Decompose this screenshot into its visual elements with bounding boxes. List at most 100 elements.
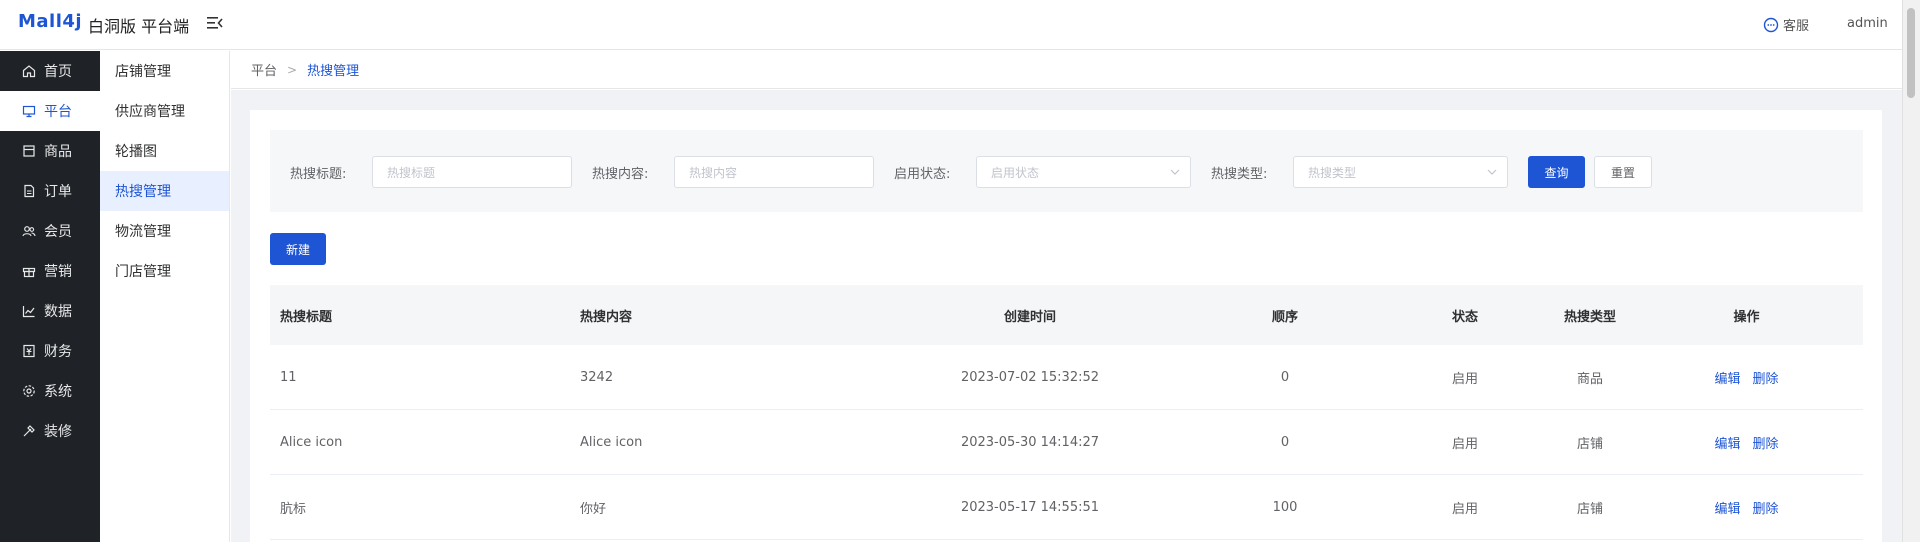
delete-link[interactable]: 删除 <box>1753 437 1779 452</box>
top-header: Mall4j 白洞版 平台端 客服 admin <box>0 0 1902 50</box>
sidebar-item-platform[interactable]: 平台 <box>0 91 100 131</box>
monitor-icon <box>22 105 36 118</box>
cell-actions: 编辑 删除 <box>1630 433 1863 452</box>
home-icon <box>22 65 36 78</box>
content-label: 热搜内容: <box>592 167 649 182</box>
table-row: Alice icon Alice icon 2023-05-30 14:14:2… <box>270 410 1863 475</box>
sidebar-item-label: 会员 <box>44 224 72 240</box>
table-header: 热搜标题 热搜内容 创建时间 顺序 状态 热搜类型 操作 <box>270 285 1863 345</box>
cell-title: 肮标 <box>280 501 307 517</box>
page-scrollbar[interactable] <box>1902 0 1920 542</box>
column-header: 热搜类型 <box>1563 309 1616 325</box>
settings-icon <box>23 385 35 397</box>
cell-status: 启用 <box>1451 371 1478 387</box>
chevron-down-icon <box>1170 169 1180 175</box>
cell-order: 100 <box>1272 499 1298 515</box>
cell-content: 3242 <box>580 369 614 385</box>
new-button[interactable]: 新建 <box>270 233 326 265</box>
reset-button[interactable]: 重置 <box>1594 156 1652 188</box>
column-header: 热搜标题 <box>280 309 333 325</box>
cell-type: 店铺 <box>1576 436 1603 452</box>
gift-icon <box>22 267 36 278</box>
content-input[interactable]: 热搜内容 <box>674 156 874 188</box>
edit-link[interactable]: 编辑 <box>1714 502 1740 517</box>
hot-search-table: 热搜标题 热搜内容 创建时间 顺序 状态 热搜类型 操作 11 3242 202… <box>270 285 1863 540</box>
status-label: 启用状态: <box>894 167 951 182</box>
scrollbar-thumb[interactable] <box>1907 8 1915 98</box>
chevron-down-icon <box>1487 169 1497 175</box>
subnav-item-hot-search[interactable]: 热搜管理 <box>100 171 229 211</box>
table-row: 11 3242 2023-07-02 15:32:52 0 启用 商品 编辑 删除 <box>270 345 1863 410</box>
sidebar-item-members[interactable]: 会员 <box>0 211 100 251</box>
cell-created: 2023-07-02 15:32:52 <box>960 369 1100 385</box>
main-sidebar: 首页 平台 商品 订单 会员 营销 数据 财务 系统 装修 <box>0 51 100 542</box>
cell-order: 0 <box>1280 434 1290 450</box>
edit-link[interactable]: 编辑 <box>1714 437 1740 452</box>
cell-actions: 编辑 删除 <box>1630 368 1863 387</box>
type-label: 热搜类型: <box>1211 167 1268 182</box>
subnav-item-carousel[interactable]: 轮播图 <box>100 131 229 171</box>
query-button[interactable]: 查询 <box>1528 156 1585 188</box>
column-header: 顺序 <box>1271 309 1298 325</box>
sidebar-item-home[interactable]: 首页 <box>0 51 100 91</box>
app-subtitle: 白洞版 平台端 <box>88 17 190 36</box>
breadcrumb-root[interactable]: 平台 <box>251 60 277 79</box>
title-label: 热搜标题: <box>290 167 347 182</box>
sidebar-item-label: 财务 <box>44 344 72 360</box>
sidebar-item-finance[interactable]: 财务 <box>0 331 100 371</box>
sidebar-item-label: 营销 <box>44 264 72 280</box>
delete-link[interactable]: 删除 <box>1753 372 1779 387</box>
breadcrumb-current: 热搜管理 <box>307 64 360 79</box>
subnav-item-store[interactable]: 门店管理 <box>100 251 229 291</box>
box-icon <box>23 145 35 157</box>
sidebar-item-label: 商品 <box>44 144 72 160</box>
sidebar-item-system[interactable]: 系统 <box>0 371 100 411</box>
subnav-item-logistics[interactable]: 物流管理 <box>100 211 229 251</box>
sidebar-item-label: 装修 <box>44 424 72 440</box>
sidebar-item-label: 平台 <box>44 104 72 120</box>
delete-link[interactable]: 删除 <box>1753 502 1779 517</box>
cell-actions: 编辑 删除 <box>1630 498 1863 517</box>
customer-service-button[interactable]: 客服 <box>1763 15 1809 34</box>
sub-sidebar: 店铺管理 供应商管理 轮播图 热搜管理 物流管理 门店管理 <box>100 51 230 542</box>
column-header: 创建时间 <box>1003 309 1056 325</box>
cell-title: Alice icon <box>280 434 343 450</box>
edit-link[interactable]: 编辑 <box>1714 372 1740 387</box>
cell-created: 2023-05-30 14:14:27 <box>960 434 1100 450</box>
column-header: 热搜内容 <box>580 309 633 325</box>
customer-service-label: 客服 <box>1783 19 1810 34</box>
chat-icon <box>1763 17 1779 32</box>
user-menu[interactable]: admin <box>1847 16 1888 31</box>
menu-toggle-icon[interactable] <box>206 14 224 32</box>
sidebar-item-orders[interactable]: 订单 <box>0 171 100 211</box>
type-select[interactable]: 热搜类型 <box>1293 156 1508 188</box>
users-icon <box>22 226 36 237</box>
sidebar-item-marketing[interactable]: 营销 <box>0 251 100 291</box>
table-row: 肮标 你好 2023-05-17 14:55:51 100 启用 店铺 编辑 删除 <box>270 475 1863 540</box>
chart-icon <box>22 306 35 318</box>
title-input[interactable]: 热搜标题 <box>372 156 572 188</box>
cell-type: 店铺 <box>1576 501 1603 517</box>
cell-content: Alice icon <box>580 434 643 450</box>
decorate-icon <box>23 425 35 437</box>
sidebar-item-label: 订单 <box>44 184 72 200</box>
cell-type: 商品 <box>1576 371 1603 387</box>
cell-order: 0 <box>1280 369 1290 385</box>
cell-status: 启用 <box>1451 501 1478 517</box>
logo: Mall4j <box>18 11 83 32</box>
sidebar-item-label: 系统 <box>44 384 72 400</box>
sidebar-item-goods[interactable]: 商品 <box>0 131 100 171</box>
subnav-item-shop[interactable]: 店铺管理 <box>100 51 229 91</box>
cell-created: 2023-05-17 14:55:51 <box>960 499 1100 515</box>
chevron-right-icon: > <box>287 62 298 77</box>
status-select-placeholder: 启用状态 <box>991 165 1040 180</box>
cell-status: 启用 <box>1451 436 1478 452</box>
sidebar-item-decorate[interactable]: 装修 <box>0 411 100 451</box>
column-header: 状态 <box>1451 309 1478 325</box>
finance-icon <box>23 344 35 358</box>
subnav-item-supplier[interactable]: 供应商管理 <box>100 91 229 131</box>
type-select-placeholder: 热搜类型 <box>1308 165 1357 180</box>
sidebar-item-data[interactable]: 数据 <box>0 291 100 331</box>
status-select[interactable]: 启用状态 <box>976 156 1191 188</box>
breadcrumb: 平台 > 热搜管理 <box>231 51 1902 89</box>
